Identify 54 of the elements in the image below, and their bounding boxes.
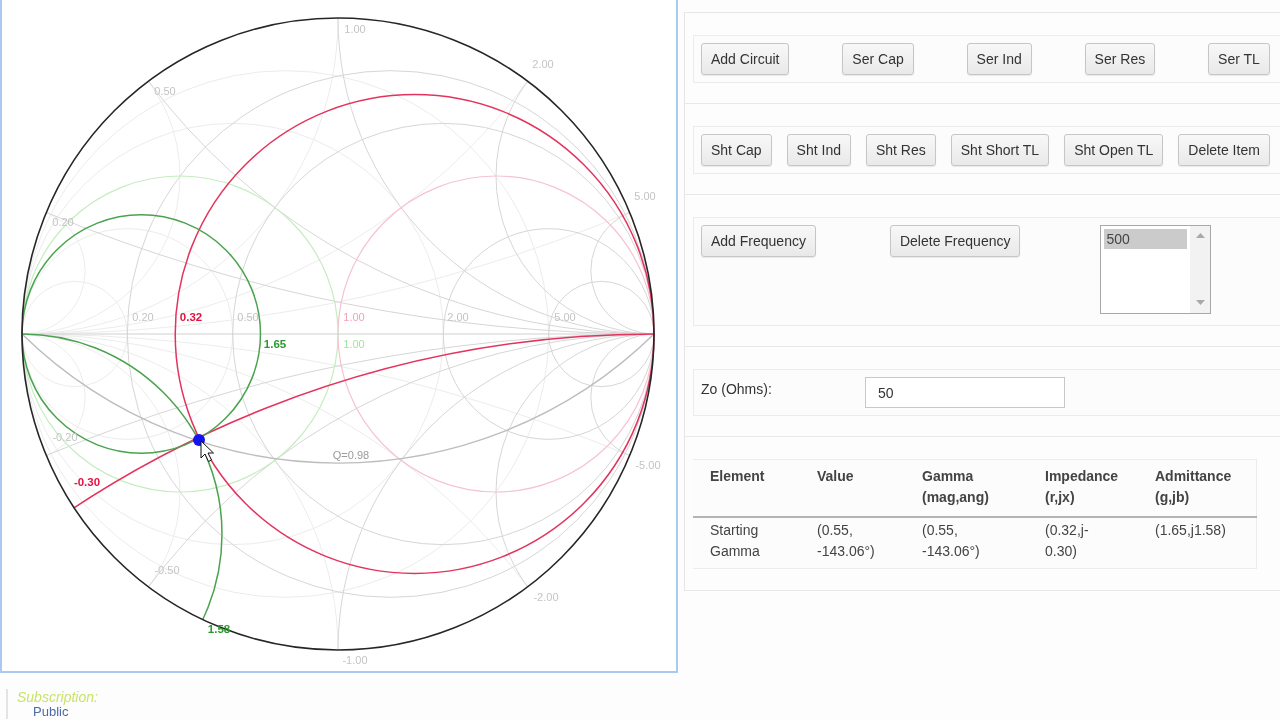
circuit-button[interactable]: Ser TL xyxy=(1208,43,1270,75)
column-header: Admittance (g,jb) xyxy=(1155,459,1257,517)
circuit-button[interactable]: Ser Ind xyxy=(966,43,1032,75)
subscription-link[interactable]: Public xyxy=(33,705,69,719)
zo-label: Zo (Ohms): xyxy=(701,381,773,397)
shunt-button[interactable]: Sht Short TL xyxy=(950,134,1050,166)
axis-label: 1.00 xyxy=(343,338,365,350)
axis-label: -0.20 xyxy=(52,431,78,443)
shunt-button[interactable]: Sht Ind xyxy=(786,134,851,166)
subscription-label: Subscription: xyxy=(17,689,98,705)
axis-label: 1.00 xyxy=(343,311,365,323)
axis-label: 5.00 xyxy=(634,190,656,202)
value-label: -0.30 xyxy=(73,476,101,488)
shunt-button[interactable]: Sht Cap xyxy=(701,134,772,166)
triangle-up-icon[interactable] xyxy=(1195,233,1205,238)
circuit-button[interactable]: Ser Res xyxy=(1084,43,1156,75)
listbox-option[interactable]: 500 xyxy=(1104,229,1188,249)
column-header: Value xyxy=(817,459,922,517)
frequency-button[interactable]: Delete Frequency xyxy=(889,225,1021,257)
value-label: 1.58 xyxy=(207,623,231,635)
axis-label: 2.00 xyxy=(447,311,469,323)
axis-label: 0.20 xyxy=(132,311,154,323)
table-cell: (1.65,j1.58) xyxy=(1155,517,1257,569)
triangle-down-icon[interactable] xyxy=(1195,300,1205,305)
axis-label: 2.00 xyxy=(532,58,554,70)
axis-label: -0.50 xyxy=(154,564,180,576)
circuit-button[interactable]: Add Circuit xyxy=(701,43,790,75)
table-cell: (0.55, -143.06°) xyxy=(922,517,1045,569)
column-header: Gamma (mag,ang) xyxy=(922,459,1045,517)
zo-input[interactable]: 50 xyxy=(865,377,1065,408)
circuit-button[interactable]: Ser Cap xyxy=(842,43,914,75)
axis-label: -1.00 xyxy=(342,654,368,666)
frequency-button[interactable]: Add Frequency xyxy=(701,225,816,257)
axis-label: -2.00 xyxy=(533,591,559,603)
axis-label: -5.00 xyxy=(635,459,661,471)
value-label: 1.65 xyxy=(263,338,287,350)
shunt-button[interactable]: Sht Res xyxy=(865,134,936,166)
column-header: Impedance (r,jx) xyxy=(1045,459,1155,517)
table-cell: (0.55, -143.06°) xyxy=(817,517,922,569)
axis-label: 5.00 xyxy=(554,311,576,323)
axis-label: 1.00 xyxy=(344,23,366,35)
axis-label: 0.20 xyxy=(52,216,74,228)
cursor-icon xyxy=(200,440,214,462)
frequency-listbox[interactable]: 500 xyxy=(1100,225,1212,314)
column-header: Element xyxy=(693,459,817,517)
axis-label: 0.50 xyxy=(154,85,176,97)
shunt-button[interactable]: Delete Item xyxy=(1178,134,1270,166)
shunt-button[interactable]: Sht Open TL xyxy=(1064,134,1164,166)
axis-label: Q=0.98 xyxy=(332,449,370,461)
table-cell: Starting Gamma xyxy=(693,517,817,569)
value-label: 0.32 xyxy=(179,311,203,323)
axis-label: 0.50 xyxy=(237,311,259,323)
scrollbar[interactable] xyxy=(1190,226,1211,313)
table-cell: (0.32,j-0.30) xyxy=(1045,517,1155,569)
